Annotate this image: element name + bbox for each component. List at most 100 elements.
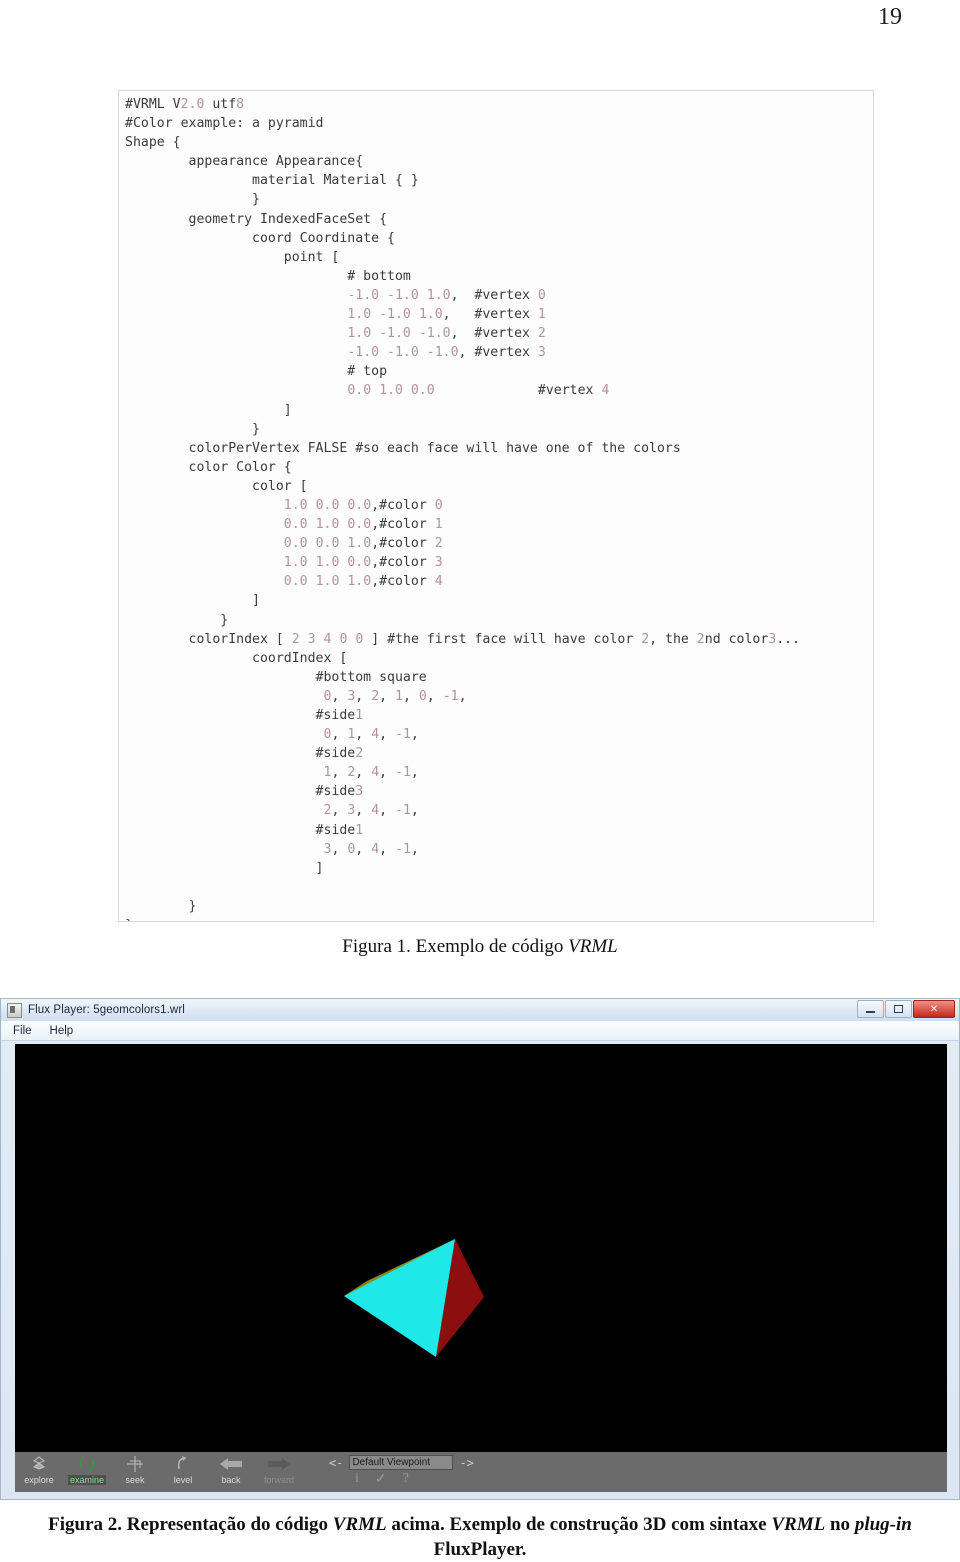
code-line: 0, 3, 2, 1, 0, -1, bbox=[323, 688, 467, 704]
code-line: 0.0 1.0 1.0,#color 4 bbox=[283, 574, 443, 590]
back-arrow-icon bbox=[218, 1454, 244, 1474]
tool-label-level: level bbox=[173, 1475, 193, 1485]
figure2-caption-b: acima. Exemplo de construção 3D com sint… bbox=[386, 1514, 772, 1535]
code-line: 3, 0, 4, -1, bbox=[323, 841, 419, 857]
code-line: 1.0 -1.0 1.0, #vertex 1 bbox=[347, 307, 546, 323]
menu-item-file[interactable]: File bbox=[13, 1025, 32, 1037]
restore-icon bbox=[894, 1005, 903, 1013]
forward-arrow-icon bbox=[266, 1454, 292, 1474]
code-line: colorPerVertex FALSE #so each face will … bbox=[125, 440, 681, 456]
code-line: #VRML V2.0 utf8 bbox=[125, 97, 245, 112]
code-line: } bbox=[125, 898, 197, 914]
code-line: # top bbox=[125, 364, 388, 380]
window-title: Flux Player: 5geomcolors1.wrl bbox=[28, 1004, 185, 1016]
code-line: #side3 bbox=[125, 784, 364, 800]
tool-button-back[interactable]: back bbox=[207, 1452, 255, 1492]
code-line: colorIndex [ 2 3 4 0 0 ] #the first face… bbox=[125, 631, 801, 647]
level-icon bbox=[174, 1454, 192, 1474]
minimize-button[interactable] bbox=[857, 1000, 884, 1018]
code-line: } bbox=[125, 612, 229, 628]
code-line: color [ bbox=[125, 478, 308, 494]
code-line: 0.0 0.0 1.0,#color 2 bbox=[283, 536, 443, 552]
code-line: point [ bbox=[125, 249, 340, 265]
tool-label-seek: seek bbox=[125, 1475, 145, 1485]
viewpoint-controls: <- Default Viewpoint -> i ✓ ? bbox=[329, 1452, 474, 1488]
tool-button-level[interactable]: level bbox=[159, 1452, 207, 1492]
figure2-caption-italic-3: plug-in bbox=[854, 1514, 912, 1535]
figure1-caption-prefix: Figura 1. Exemplo de código bbox=[342, 936, 569, 957]
code-line: #bottom square bbox=[125, 669, 427, 685]
pyramid-face-front bbox=[344, 1239, 455, 1357]
code-line: appearance Appearance{ bbox=[125, 154, 364, 170]
help-icon[interactable]: ? bbox=[403, 1471, 409, 1488]
code-line: ] bbox=[125, 593, 260, 609]
explore-icon bbox=[30, 1454, 48, 1474]
code-line: -1.0 -1.0 -1.0, #vertex 3 bbox=[347, 345, 546, 361]
close-icon: ✕ bbox=[929, 1003, 939, 1015]
code-line: } bbox=[125, 916, 873, 921]
tool-button-seek[interactable]: seek bbox=[111, 1452, 159, 1492]
code-line: 1.0 1.0 0.0,#color 3 bbox=[283, 555, 443, 571]
code-line: 0, 1, 4, -1, bbox=[323, 727, 419, 743]
code-line: Shape { bbox=[125, 135, 181, 151]
figure1-caption: Figura 1. Exemplo de código VRML bbox=[0, 936, 960, 958]
code-line: color Color { bbox=[125, 459, 292, 475]
code-line: #side1 bbox=[125, 822, 364, 838]
code-line: #side2 bbox=[125, 746, 364, 762]
seek-icon bbox=[126, 1454, 144, 1474]
pyramid-render bbox=[344, 1239, 484, 1357]
code-line: coord Coordinate { bbox=[125, 230, 395, 246]
viewpoint-icon-row: i ✓ ? bbox=[329, 1471, 474, 1488]
code-line: coordIndex [ bbox=[125, 650, 348, 666]
code-line: 0.0 1.0 0.0,#color 1 bbox=[283, 517, 443, 533]
tool-label-back: back bbox=[221, 1475, 241, 1485]
figure2-caption-italic-1: VRML bbox=[332, 1514, 387, 1535]
info-icon[interactable]: i bbox=[355, 1471, 359, 1488]
window-titlebar: Flux Player: 5geomcolors1.wrl ✕ bbox=[1, 999, 959, 1021]
flux-player-window: Flux Player: 5geomcolors1.wrl ✕ File Hel… bbox=[0, 998, 960, 1500]
menu-bar: File Help bbox=[1, 1021, 959, 1041]
code-line: ] bbox=[125, 860, 324, 876]
code-line: # bottom bbox=[125, 268, 411, 284]
3d-render-canvas[interactable] bbox=[15, 1044, 947, 1452]
code-line: 1, 2, 4, -1, bbox=[323, 765, 419, 781]
vrml-code-block: #VRML V2.0 utf8 #Color example: a pyramid… bbox=[118, 90, 874, 922]
tool-button-forward[interactable]: forward bbox=[255, 1452, 303, 1492]
code-line: 2, 3, 4, -1, bbox=[323, 803, 419, 819]
code-line: 1.0 -1.0 -1.0, #vertex 2 bbox=[347, 326, 546, 342]
tool-label-forward: forward bbox=[263, 1475, 294, 1485]
page-number: 19 bbox=[878, 4, 902, 30]
code-line: #Color example: a pyramid bbox=[125, 116, 324, 132]
restore-button[interactable] bbox=[885, 1000, 912, 1018]
player-toolbar: explore examine seek level back forward … bbox=[15, 1452, 947, 1492]
code-line: } bbox=[125, 192, 260, 208]
viewpoint-row: <- Default Viewpoint -> bbox=[329, 1455, 474, 1470]
figure2-caption-line2: FluxPlayer. bbox=[433, 1539, 527, 1560]
code-line: geometry IndexedFaceSet { bbox=[125, 211, 388, 227]
code-line: material Material { } bbox=[125, 173, 419, 189]
tool-button-explore[interactable]: explore bbox=[15, 1452, 63, 1492]
viewpoint-field[interactable]: Default Viewpoint bbox=[349, 1455, 454, 1470]
figure2-caption: Figura 2. Representação do código VRML a… bbox=[0, 1512, 960, 1562]
tool-label-examine: examine bbox=[67, 1475, 107, 1485]
figure2-caption-a: Figura 2. Representação do código bbox=[48, 1514, 333, 1535]
tool-label-explore: explore bbox=[24, 1475, 54, 1485]
figure2-caption-c: no bbox=[825, 1514, 855, 1535]
viewpoint-next-button[interactable]: -> bbox=[459, 1456, 473, 1470]
check-icon[interactable]: ✓ bbox=[375, 1471, 387, 1488]
tool-button-examine[interactable]: examine bbox=[63, 1452, 111, 1492]
viewpoint-prev-button[interactable]: <- bbox=[329, 1456, 343, 1470]
code-line: 0.0 1.0 0.0 #vertex 4 bbox=[347, 383, 610, 399]
minimize-icon bbox=[866, 1011, 875, 1013]
window-controls: ✕ bbox=[857, 1000, 955, 1018]
close-button[interactable]: ✕ bbox=[913, 1000, 955, 1018]
code-line: -1.0 -1.0 1.0, #vertex 0 bbox=[347, 287, 546, 303]
menu-item-help[interactable]: Help bbox=[50, 1025, 74, 1037]
figure1-caption-italic: VRML bbox=[568, 936, 618, 957]
app-icon bbox=[7, 1002, 22, 1018]
code-line: #side1 bbox=[125, 708, 364, 723]
figure2-caption-italic-2: VRML bbox=[771, 1514, 826, 1535]
code-line: 1.0 0.0 0.0,#color 0 bbox=[283, 497, 443, 513]
vrml-code-text: #VRML V2.0 utf8 #Color example: a pyramid… bbox=[119, 91, 873, 921]
